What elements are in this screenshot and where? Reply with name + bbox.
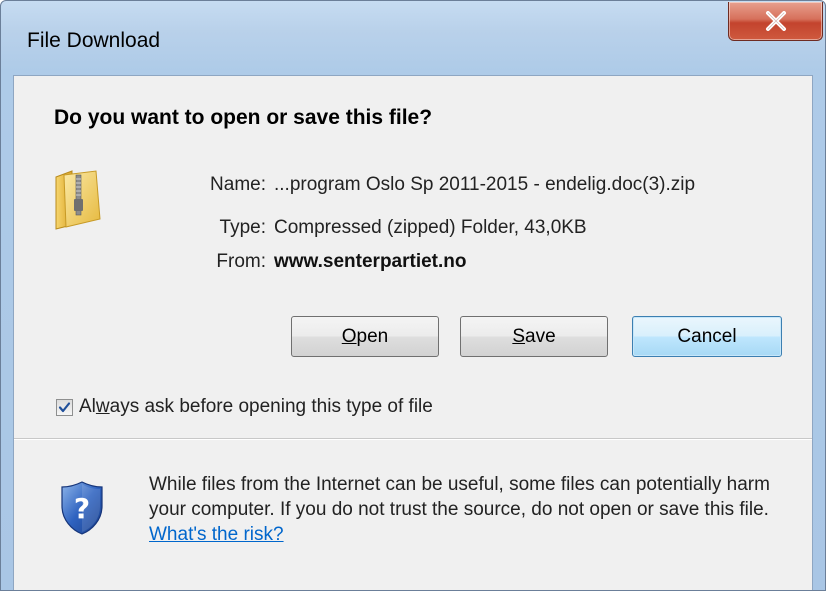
- name-label: Name:: [210, 174, 266, 195]
- save-label: ave: [525, 325, 556, 347]
- save-mnemonic: S: [512, 325, 526, 347]
- file-name-value: ...program Oslo Sp 2011-2015 - endelig.d…: [274, 174, 696, 195]
- open-button[interactable]: Open: [291, 316, 439, 357]
- warning-text: While files from the Internet can be use…: [149, 474, 770, 520]
- always-ask-checkbox-row[interactable]: Always ask before opening this type of f…: [56, 396, 433, 418]
- file-source-value: www.senterpartiet.no: [274, 251, 467, 272]
- open-label: pen: [356, 325, 389, 347]
- file-download-dialog: File Download Do you want to open or sav…: [0, 0, 826, 591]
- from-label: From:: [216, 251, 266, 272]
- close-icon: [765, 11, 786, 31]
- title-bar[interactable]: File Download: [1, 1, 825, 75]
- file-info-panel: Do you want to open or save this file? N…: [14, 76, 812, 439]
- window-title: File Download: [27, 29, 161, 52]
- whats-the-risk-link[interactable]: What's the risk?: [149, 524, 284, 545]
- always-ask-mnemonic: w: [95, 396, 110, 417]
- security-warning-panel: ? While files from the Internet can be u…: [14, 439, 812, 590]
- always-ask-checkbox[interactable]: [56, 398, 73, 416]
- open-mnemonic: O: [341, 325, 357, 347]
- dialog-question: Do you want to open or save this file?: [54, 106, 433, 129]
- save-button[interactable]: Save: [460, 316, 608, 357]
- cancel-button[interactable]: Cancel: [632, 316, 782, 357]
- security-warning-text: While files from the Internet can be use…: [149, 472, 799, 547]
- cancel-label: Cancel: [677, 325, 737, 347]
- checkmark-icon: [58, 401, 71, 412]
- always-ask-label-part1: Al: [79, 396, 96, 417]
- always-ask-label[interactable]: Always ask before opening this type of f…: [79, 396, 433, 418]
- dialog-body: Do you want to open or save this file? N…: [13, 75, 813, 590]
- always-ask-label-part2: ays ask before opening this type of file: [109, 396, 433, 417]
- svg-text:?: ?: [74, 492, 90, 525]
- close-button[interactable]: [728, 2, 823, 41]
- type-label: Type:: [219, 217, 266, 238]
- shield-question-icon: ?: [61, 481, 103, 535]
- file-type-value: Compressed (zipped) Folder, 43,0KB: [274, 217, 587, 238]
- zip-folder-icon: [55, 170, 101, 230]
